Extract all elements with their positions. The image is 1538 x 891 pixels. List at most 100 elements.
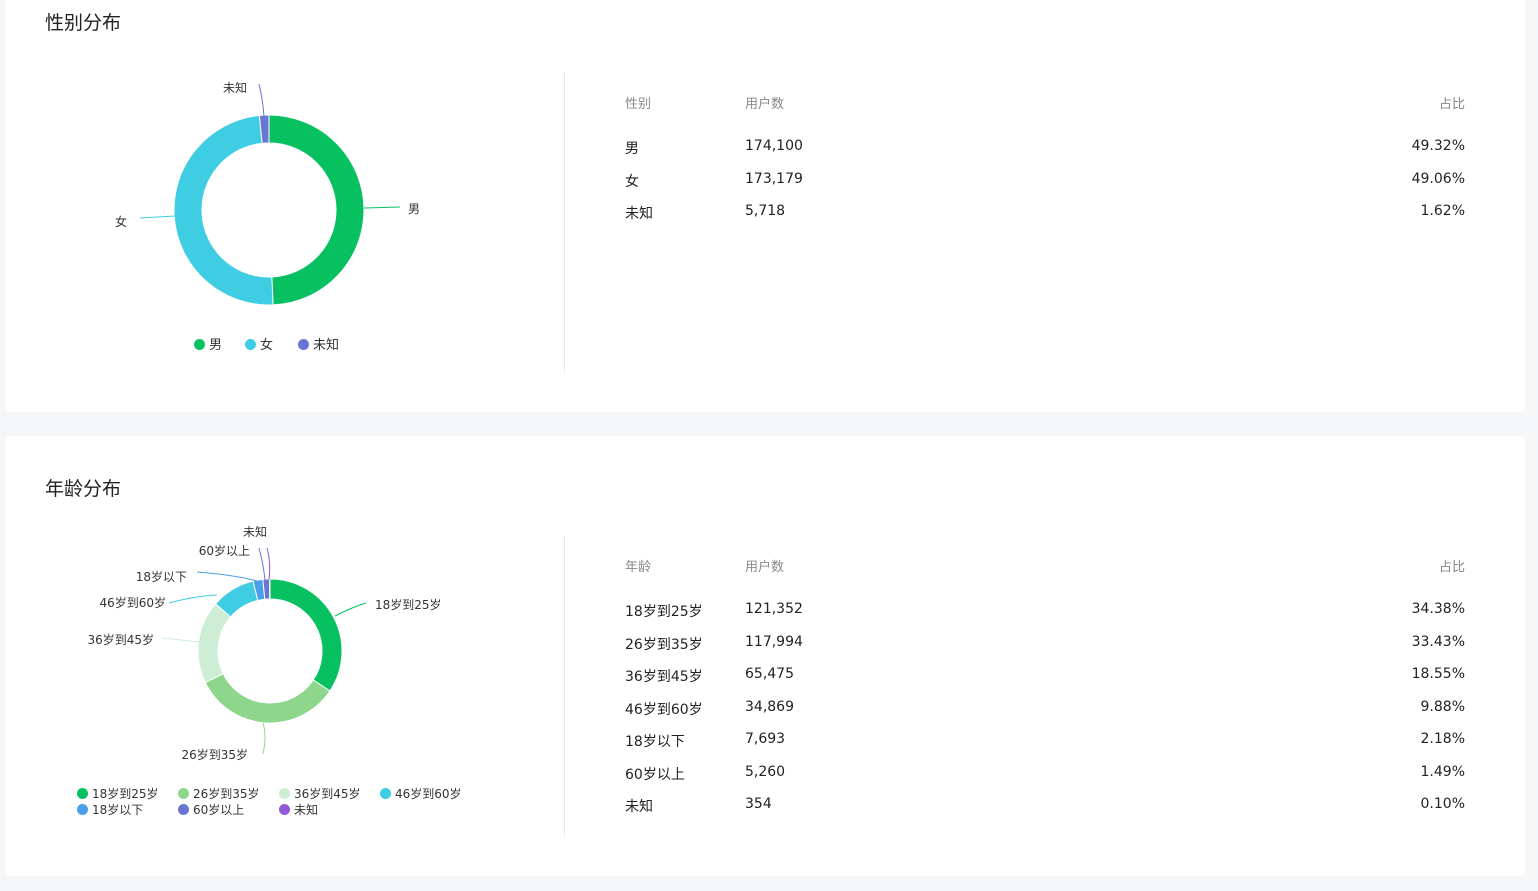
gender-table-header: 性别 用户数 占比 — [625, 93, 1465, 117]
header-user-count: 用户数 — [745, 97, 785, 112]
gender-distribution-card: 性别分布 男女未知 男女未知 性别 用户数 占比 男 174,100 49.32… — [5, 0, 1525, 412]
row-label: 60岁以上 — [625, 766, 685, 783]
table-row: 18岁到25岁 121,352 34.38% — [625, 601, 1465, 634]
legend-dot-icon — [245, 339, 256, 350]
row-count: 121,352 — [745, 601, 803, 617]
legend-label: 46岁到60岁 — [395, 787, 462, 801]
row-percentage: 49.06% — [1411, 170, 1465, 187]
slice-label-6: 未知 — [243, 525, 267, 539]
table-row: 未知 354 0.10% — [625, 796, 1465, 829]
leader-line-4 — [196, 571, 258, 582]
row-percentage: 1.62% — [1420, 203, 1465, 219]
slice-label-2: 36岁到45岁 — [87, 632, 154, 647]
legend-dot-icon — [194, 339, 205, 350]
row-count: 117,994 — [745, 633, 803, 650]
leader-line-1 — [139, 215, 176, 219]
gender-donut-chart: 男女 未知 — [115, 81, 420, 306]
legend-label: 女 — [260, 338, 274, 353]
leader-line-1 — [262, 722, 266, 755]
legend-label: 18岁到25岁 — [92, 787, 159, 801]
slice-label-3: 46岁到60岁 — [99, 595, 166, 610]
row-percentage: 0.10% — [1420, 796, 1465, 812]
legend-item-2[interactable]: 未知 — [298, 334, 339, 353]
legend-item-6[interactable]: 未知 — [279, 801, 318, 818]
leader-line-6 — [266, 547, 271, 581]
legend-dot-icon — [380, 788, 391, 799]
legend-label: 未知 — [294, 803, 319, 817]
legend-item-1[interactable]: 女 — [245, 334, 273, 353]
row-count: 354 — [745, 796, 772, 812]
row-count: 65,475 — [745, 666, 794, 682]
slice-label-0: 男 — [408, 202, 420, 216]
donut-slice-1[interactable] — [204, 673, 331, 724]
legend-label: 18岁以下 — [92, 803, 144, 817]
legend-dot-icon — [298, 339, 309, 350]
legend-item-1[interactable]: 26岁到35岁 — [178, 785, 260, 802]
donut-slice-2[interactable] — [197, 603, 232, 684]
table-row: 18岁以下 7,693 2.18% — [625, 731, 1465, 764]
row-label: 46岁到60岁 — [625, 701, 703, 718]
legend-item-5[interactable]: 60岁以上 — [178, 801, 244, 818]
legend-label: 36岁到45岁 — [294, 787, 361, 801]
header-gender: 性别 — [625, 97, 652, 112]
legend-item-2[interactable]: 36岁到45岁 — [279, 785, 361, 802]
header-age: 年龄 — [625, 560, 652, 575]
row-count: 34,869 — [745, 698, 794, 715]
legend-label: 26岁到35岁 — [193, 787, 260, 801]
legend-dot-icon — [279, 804, 290, 815]
legend-dot-icon — [77, 788, 88, 799]
row-count: 5,260 — [745, 763, 786, 780]
row-label: 36岁到45岁 — [625, 669, 703, 685]
legend-label: 未知 — [313, 338, 340, 353]
row-label: 26岁到35岁 — [625, 636, 703, 653]
leader-line-5 — [258, 547, 266, 581]
slice-label-2: 未知 — [223, 81, 247, 95]
age-table-header: 年龄 用户数 占比 — [625, 556, 1465, 580]
row-percentage: 2.18% — [1420, 731, 1465, 747]
leader-line-0 — [363, 206, 401, 209]
row-count: 173,179 — [745, 170, 803, 187]
section-divider — [564, 536, 565, 836]
row-percentage: 18.55% — [1411, 666, 1465, 682]
row-count: 7,693 — [745, 731, 786, 747]
row-percentage: 1.49% — [1420, 763, 1465, 780]
legend-dot-icon — [178, 804, 189, 815]
leader-line-2 — [258, 83, 265, 118]
legend-item-4[interactable]: 18岁以下 — [77, 801, 143, 818]
table-row: 60岁以上 5,260 1.49% — [625, 764, 1465, 797]
header-percentage: 占比 — [1438, 97, 1465, 112]
row-label: 男 — [625, 141, 639, 157]
slice-label-1: 女 — [115, 214, 127, 229]
table-row: 46岁到60岁 34,869 9.88% — [625, 699, 1465, 732]
legend-item-0[interactable]: 18岁到25岁 — [77, 785, 159, 802]
row-count: 174,100 — [745, 138, 803, 154]
legend-dot-icon — [178, 788, 189, 799]
table-row: 男 174,100 49.32% — [625, 138, 1465, 171]
donut-slice-1[interactable] — [173, 114, 274, 306]
gender-table: 性别 用户数 占比 男 174,100 49.32% 女 173,179 49.… — [625, 93, 1465, 236]
legend-dot-icon — [279, 788, 290, 799]
age-distribution-card: 年龄分布 18岁到25岁 26岁到35岁 36岁到45岁 46岁到60岁 18岁以下 60… — [5, 436, 1525, 876]
slice-label-5: 60岁以上 — [199, 543, 250, 558]
donut-slice-0[interactable] — [268, 114, 365, 306]
row-label: 18岁以下 — [625, 734, 685, 750]
legend-label: 60岁以上 — [193, 803, 245, 817]
header-user-count: 用户数 — [745, 560, 785, 575]
leader-line-2 — [161, 637, 201, 643]
row-label: 18岁到25岁 — [625, 604, 703, 620]
row-count: 5,718 — [745, 203, 786, 219]
leader-line-0 — [334, 602, 367, 617]
age-donut-chart: 18岁到25岁 26岁到35岁 36岁到45岁 46岁到60岁 18岁以下 60岁以上 未知 — [87, 525, 441, 762]
table-row: 26岁到35岁 117,994 33.43% — [625, 634, 1465, 667]
row-label: 女 — [625, 173, 639, 190]
table-row: 女 173,179 49.06% — [625, 171, 1465, 204]
legend-item-3[interactable]: 46岁到60岁 — [380, 785, 462, 802]
legend-item-0[interactable]: 男 — [194, 334, 222, 353]
row-percentage: 34.38% — [1411, 601, 1465, 617]
donut-slice-0[interactable] — [269, 578, 343, 692]
age-table: 年龄 用户数 占比 18岁到25岁 121,352 34.38% 26岁到35岁… — [625, 556, 1465, 829]
row-percentage: 33.43% — [1411, 633, 1465, 650]
header-percentage: 占比 — [1438, 560, 1465, 575]
table-row: 未知 5,718 1.62% — [625, 203, 1465, 236]
row-percentage: 49.32% — [1411, 138, 1465, 154]
